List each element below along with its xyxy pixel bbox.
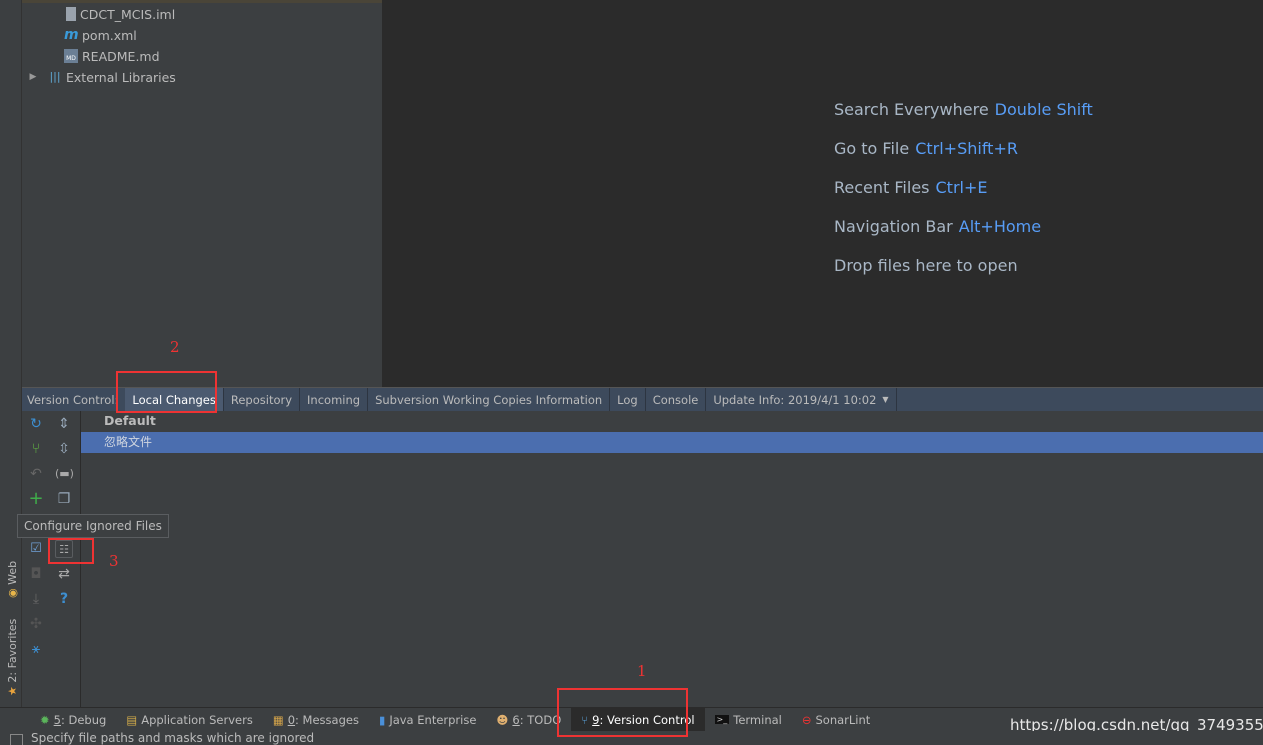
- tree-label: External Libraries: [66, 69, 176, 85]
- terminal-tool-button[interactable]: >_ Terminal: [705, 708, 792, 732]
- hint-navigation-bar: Navigation Bar Alt+Home: [834, 217, 1042, 236]
- annotation-number-3: 3: [109, 552, 119, 570]
- sonarlint-tool-button[interactable]: ⊖ SonarLint: [792, 708, 880, 732]
- selected-changelist-item[interactable]: 忽略文件: [81, 432, 1263, 453]
- local-changes-tree: Default 忽略文件: [81, 411, 1263, 707]
- messages-tool-button[interactable]: ▦ 0: Messages: [263, 708, 369, 732]
- shelve-icon[interactable]: ◘: [27, 565, 45, 583]
- hint-go-to-file: Go to File Ctrl+Shift+R: [834, 139, 1018, 158]
- project-panel: CDCT_MCIS.iml m pom.xml MD README.md ▶ ||| E…: [22, 0, 383, 387]
- debug-tool-button[interactable]: ✹ 5: Debug: [30, 708, 116, 732]
- status-bar: Specify file paths and masks which are i…: [0, 731, 1263, 745]
- tool-window-title: Version Control:: [27, 392, 119, 407]
- version-control-tool-button[interactable]: ⑂ 9: Version Control: [571, 707, 705, 732]
- annotation-number-2: 2: [170, 338, 180, 356]
- libraries-icon: |||: [49, 70, 61, 83]
- diff-icon[interactable]: ⇄: [55, 565, 73, 583]
- tooltip: Configure Ignored Files: [17, 514, 169, 538]
- tool-window-header: Version Control: Local Changes Repositor…: [22, 387, 1263, 411]
- status-checkbox[interactable]: [10, 734, 23, 745]
- update-icon[interactable]: ⤓: [27, 590, 45, 608]
- update-info-label: Update Info: 2019/4/1 10:02: [713, 392, 877, 407]
- bug-icon: ✹: [40, 712, 50, 727]
- java-enterprise-tool-button[interactable]: ▮ Java Enterprise: [369, 708, 486, 732]
- hint-recent-files: Recent Files Ctrl+E: [834, 178, 988, 197]
- left-tool-stripe: ◉ Web ★ 2: Favorites: [0, 0, 22, 707]
- group-by-directory-icon[interactable]: (▬): [55, 465, 74, 483]
- merge-icon[interactable]: ✣: [27, 615, 45, 633]
- vcs-toolbar: ↻ ⇕ ⑂ ⇳ ↶ (▬) + ❐ ☑ ☷ ◘ ⇄ ⤓ ? ✣ ⚹: [22, 411, 81, 707]
- terminal-icon: >_: [714, 715, 730, 724]
- todo-icon: ☻: [496, 712, 509, 727]
- sonarlint-icon: ⊖: [801, 712, 812, 727]
- tab-update-info[interactable]: Update Info: 2019/4/1 10:02 ▼: [706, 388, 897, 411]
- expand-arrow-icon[interactable]: ▶: [26, 70, 40, 84]
- expand-all-icon[interactable]: ⇕: [55, 415, 73, 433]
- refresh-icon[interactable]: ↻: [27, 415, 45, 433]
- messages-icon: ▦: [272, 712, 284, 727]
- web-tool-button[interactable]: ◉ Web: [6, 561, 19, 598]
- changelist-default[interactable]: Default: [104, 413, 156, 428]
- tab-subversion-working-copies[interactable]: Subversion Working Copies Information: [368, 388, 611, 411]
- application-servers-tool-button[interactable]: ▤ Application Servers: [116, 708, 263, 732]
- tab-console[interactable]: Console: [646, 388, 707, 411]
- tree-item-pom[interactable]: m pom.xml: [64, 25, 137, 45]
- rollback-icon[interactable]: ↶: [27, 465, 45, 483]
- checkbox-icon[interactable]: ☑: [27, 540, 45, 558]
- todo-tool-button[interactable]: ☻ 6: TODO: [486, 708, 571, 732]
- tree-item-readme[interactable]: MD README.md: [64, 46, 160, 66]
- commit-icon[interactable]: ⑂: [27, 440, 45, 458]
- server-icon: ▤: [126, 712, 138, 727]
- vcs-branch-icon: ⑂: [581, 712, 589, 727]
- favorites-tool-button[interactable]: ★ 2: Favorites: [6, 619, 19, 696]
- tree-label: pom.xml: [82, 27, 137, 43]
- annotation-number-1: 1: [637, 662, 647, 680]
- tab-incoming[interactable]: Incoming: [300, 388, 369, 411]
- editor-empty-area: [383, 0, 1263, 387]
- collapse-all-icon[interactable]: ⇳: [55, 440, 73, 458]
- status-text: Specify file paths and masks which are i…: [31, 731, 315, 745]
- iml-file-icon: [66, 7, 76, 21]
- tree-item-external-libraries[interactable]: ▶ ||| External Libraries: [26, 67, 176, 87]
- add-icon[interactable]: +: [27, 490, 45, 508]
- tab-log[interactable]: Log: [610, 388, 646, 411]
- configure-ignored-files-icon[interactable]: ☷: [55, 540, 73, 558]
- markdown-icon: MD: [64, 49, 78, 63]
- copy-icon[interactable]: ❐: [55, 490, 73, 508]
- tree-item-iml[interactable]: CDCT_MCIS.iml: [66, 4, 175, 24]
- maven-icon: m: [64, 27, 79, 43]
- tab-local-changes[interactable]: Local Changes: [125, 388, 224, 411]
- tree-label: README.md: [82, 48, 160, 64]
- java-enterprise-icon: ▮: [378, 712, 386, 727]
- chevron-down-icon: ▼: [882, 395, 889, 404]
- hint-search-everywhere: Search Everywhere Double Shift: [834, 100, 1093, 119]
- integrate-icon[interactable]: ⚹: [27, 640, 45, 658]
- tree-label: CDCT_MCIS.iml: [80, 6, 176, 22]
- help-icon[interactable]: ?: [55, 590, 73, 608]
- web-label: Web: [6, 560, 19, 585]
- tab-repository[interactable]: Repository: [224, 388, 301, 411]
- favorites-label: 2: Favorites: [6, 618, 19, 683]
- hint-drop-files: Drop files here to open: [834, 256, 1018, 275]
